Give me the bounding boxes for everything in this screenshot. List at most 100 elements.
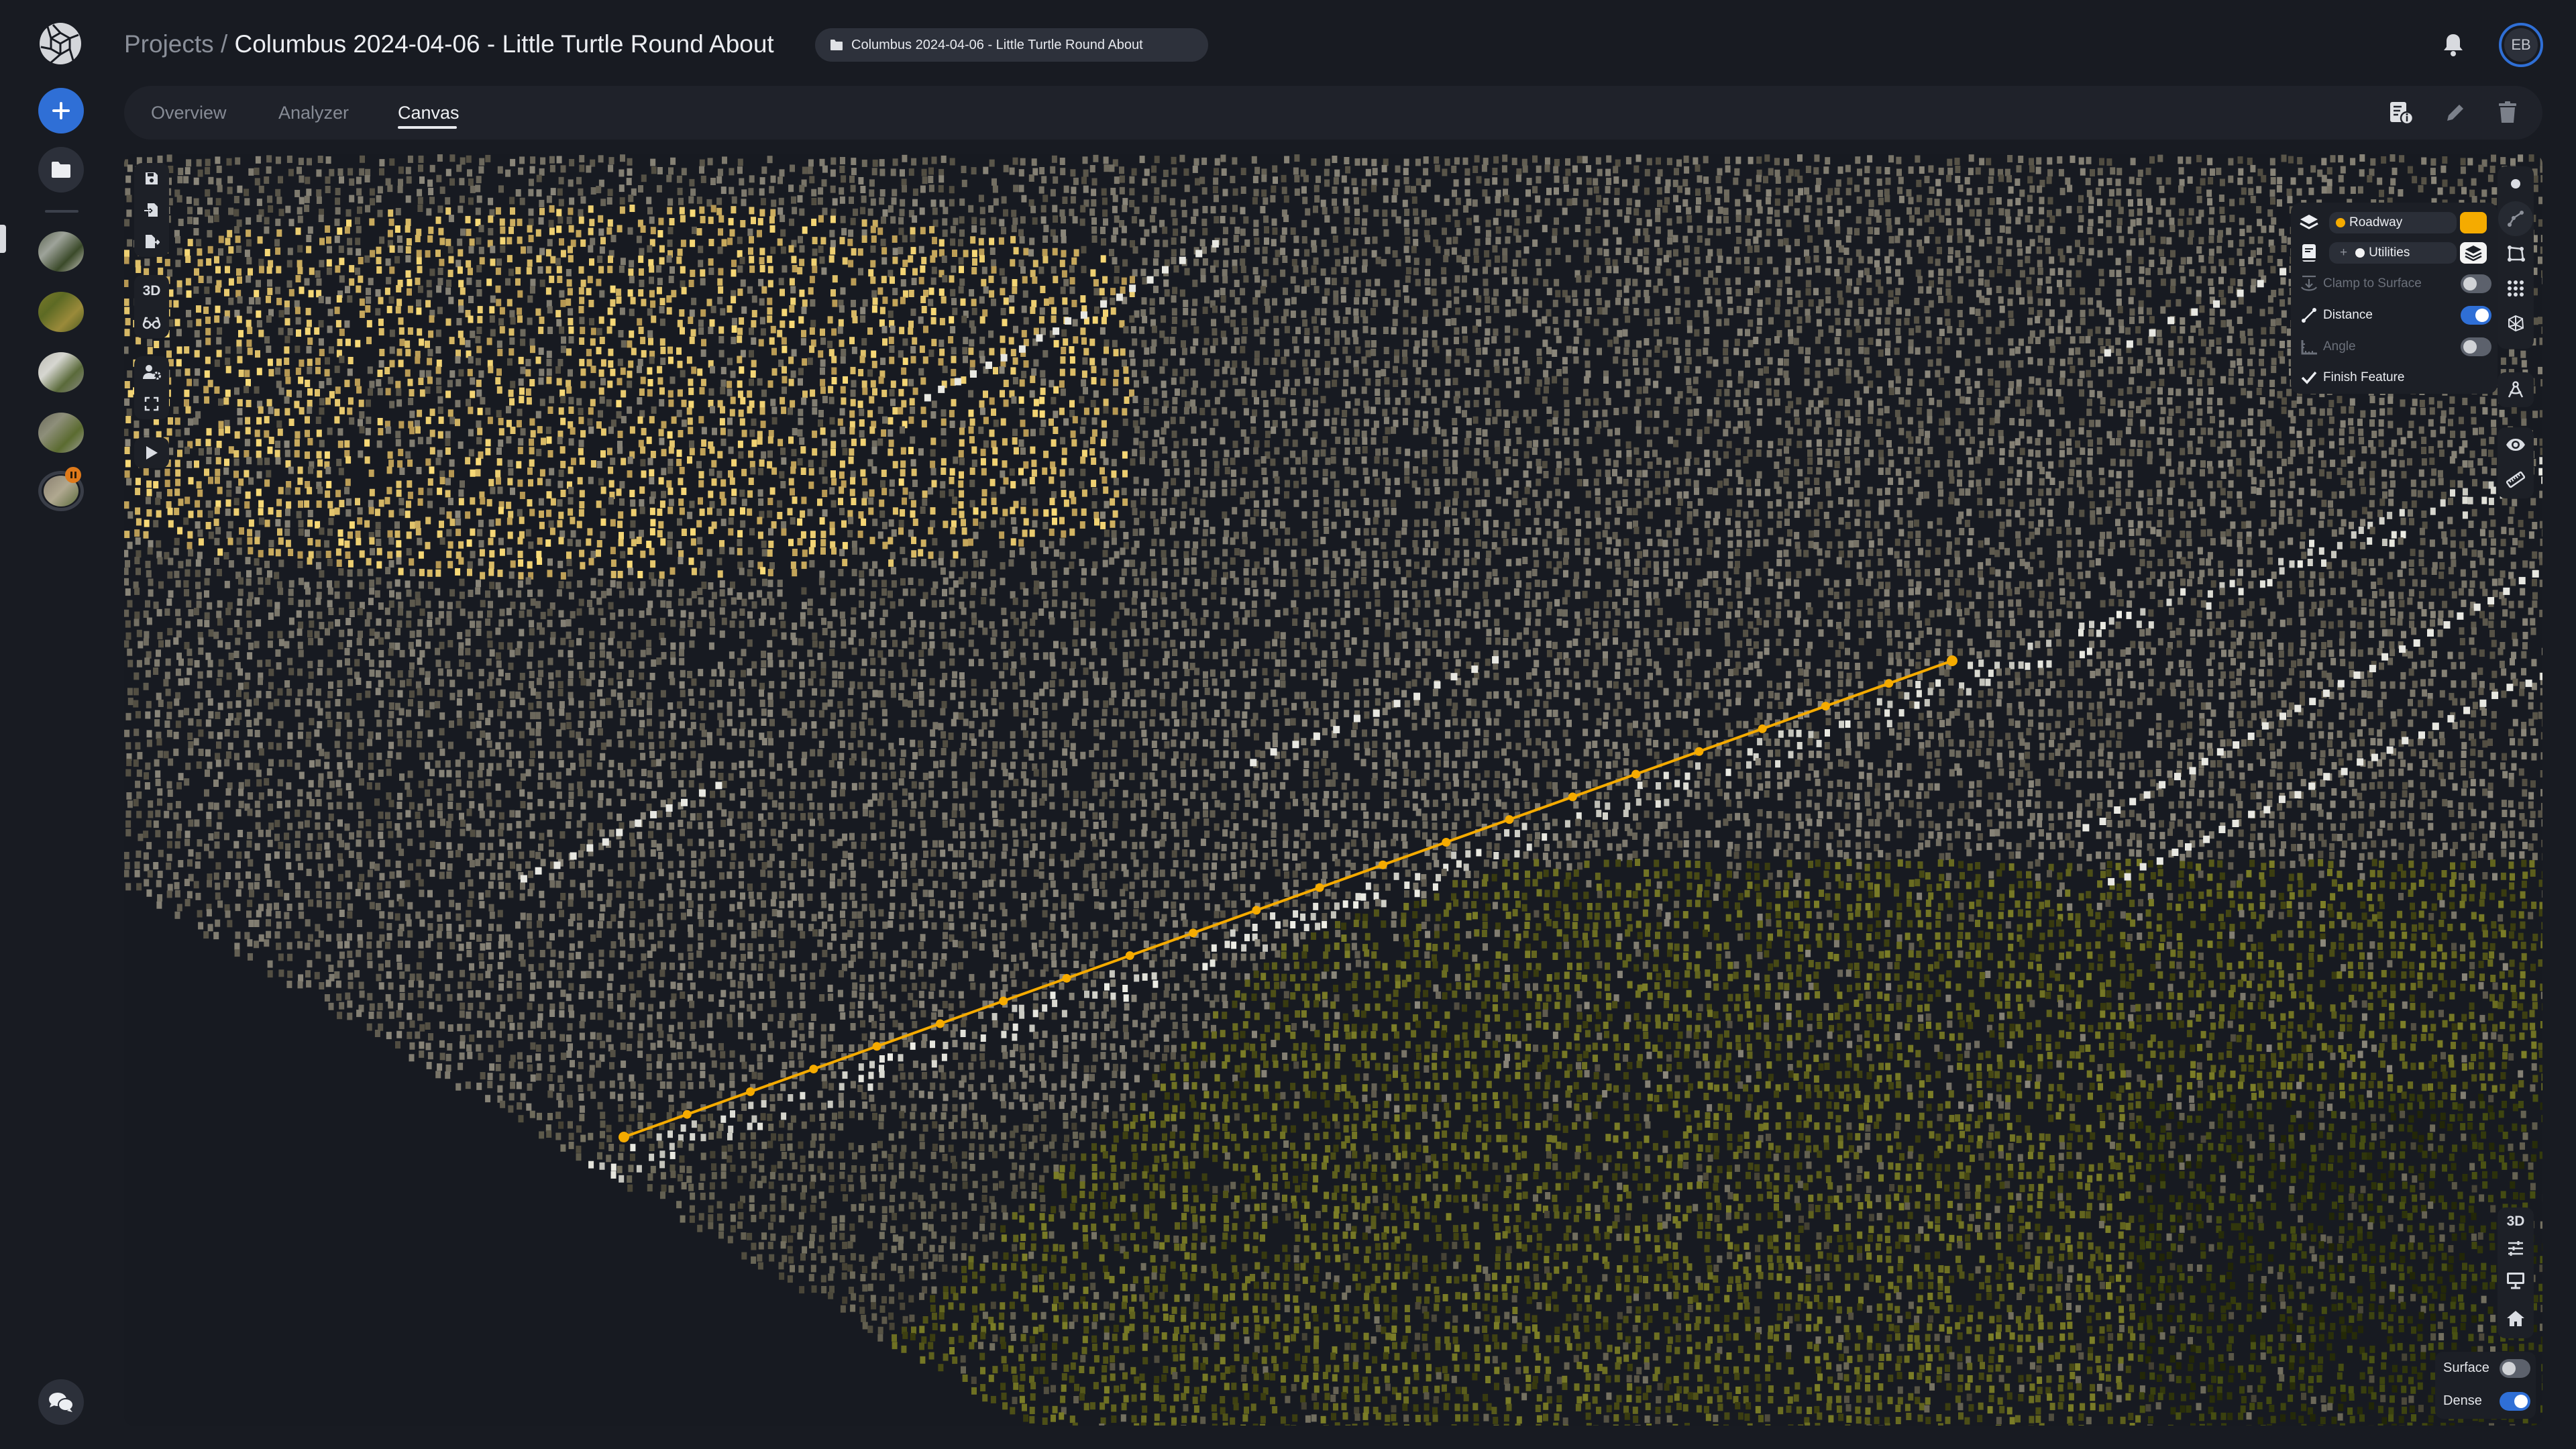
save-button[interactable]	[134, 163, 169, 195]
dense-label: Dense	[2443, 1393, 2482, 1409]
measurement-vertex[interactable]	[1442, 837, 1451, 847]
dense-toggle[interactable]	[2500, 1392, 2530, 1411]
measurement-line[interactable]	[623, 659, 1953, 1138]
save-icon	[146, 172, 158, 185]
measurement-vertex[interactable]	[872, 1042, 881, 1051]
trash-icon	[2499, 101, 2516, 123]
pencil-icon	[2447, 105, 2463, 121]
settings-sliders-button[interactable]	[2498, 1236, 2533, 1261]
document-info-icon	[2390, 102, 2414, 124]
visibility-toggle[interactable]	[2498, 427, 2533, 462]
distance-row: Distance	[2291, 301, 2498, 330]
projects-button[interactable]	[38, 147, 84, 193]
measurement-vertex[interactable]	[999, 996, 1008, 1006]
measurement-vertex[interactable]	[1125, 951, 1134, 961]
point-tool[interactable]	[2498, 166, 2533, 201]
add-sublayer-icon[interactable]: +	[2336, 246, 2351, 260]
3d-view-button[interactable]: 3D	[2498, 1208, 2533, 1236]
polyline-icon	[2508, 211, 2524, 227]
measurement-vertex[interactable]	[1315, 883, 1324, 892]
user-avatar[interactable]: EB	[2499, 23, 2543, 67]
surface-toggle[interactable]	[2500, 1359, 2530, 1378]
finish-feature-button[interactable]: Finish Feature	[2291, 363, 2498, 392]
polyline-tool[interactable]	[2498, 201, 2533, 236]
clamp-to-surface-row: Clamp to Surface	[2291, 269, 2498, 299]
project-thumbnail-1[interactable]	[38, 231, 84, 272]
fullscreen-button[interactable]	[134, 388, 169, 419]
measurement-vertex[interactable]	[1568, 792, 1577, 802]
layer-color-swatch[interactable]	[2460, 212, 2487, 233]
view-tools-group: 3D	[2498, 1208, 2534, 1338]
project-thumbnail-4[interactable]	[38, 413, 84, 453]
3d-view-label: 3D	[2507, 1214, 2525, 1230]
user-settings-button[interactable]	[134, 356, 169, 388]
ruler-tool[interactable]	[2498, 462, 2533, 497]
measurement-vertex[interactable]	[935, 1019, 945, 1028]
project-thumbnail-5-processing[interactable]	[38, 467, 84, 511]
new-project-button[interactable]	[38, 88, 84, 133]
play-icon	[146, 446, 158, 460]
plus-icon	[52, 102, 70, 119]
tab-canvas[interactable]: Canvas	[398, 99, 460, 126]
render-options-panel: Surface Dense	[2435, 1352, 2536, 1419]
measurement-vertex[interactable]	[1189, 928, 1198, 938]
measurement-vertex[interactable]	[809, 1065, 818, 1074]
project-thumbnail-3[interactable]	[38, 352, 84, 392]
measurement-vertex[interactable]	[619, 1132, 629, 1142]
delete-button[interactable]	[2494, 99, 2521, 126]
project-thumbnail-2[interactable]	[38, 292, 84, 332]
measurement-vertex[interactable]	[1378, 860, 1387, 869]
measurement-polyline[interactable]	[124, 154, 2542, 1426]
measurement-vertex[interactable]	[1758, 724, 1767, 733]
compass-tool[interactable]	[2498, 372, 2533, 407]
measurement-vertex[interactable]	[1252, 906, 1261, 915]
distance-toggle[interactable]	[2461, 306, 2491, 325]
measure-group	[2498, 372, 2534, 407]
sublayer-style-button[interactable]	[2460, 242, 2487, 264]
tab-analyzer[interactable]: Analyzer	[278, 99, 349, 126]
export-button[interactable]	[134, 225, 169, 257]
sublayer-row: + Utilities	[2291, 238, 2498, 268]
clamp-down-icon	[2298, 272, 2320, 295]
measurement-vertex[interactable]	[1821, 702, 1830, 711]
measurement-vertex[interactable]	[1062, 973, 1071, 983]
notifications-button[interactable]	[2442, 32, 2465, 58]
play-button[interactable]	[134, 437, 169, 468]
measurement-vertex[interactable]	[1695, 747, 1704, 756]
bell-icon	[2444, 34, 2463, 56]
measurement-vertex[interactable]	[1505, 815, 1514, 824]
rail-divider	[45, 210, 78, 213]
project-folder-chip[interactable]: Columbus 2024-04-06 - Little Turtle Roun…	[815, 28, 1208, 62]
vr-glasses-button[interactable]	[134, 307, 169, 338]
drawing-tools-group	[2498, 166, 2534, 349]
import-file-icon	[144, 203, 158, 217]
3d-mode-button[interactable]: 3D	[134, 275, 169, 307]
3d-canvas-viewport[interactable]	[124, 154, 2542, 1426]
chat-button[interactable]	[38, 1379, 84, 1425]
processing-paused-badge[interactable]	[65, 467, 81, 483]
mesh-tool[interactable]	[2498, 306, 2533, 341]
measurement-vertex[interactable]	[746, 1087, 755, 1096]
measurement-vertex[interactable]	[682, 1110, 692, 1119]
tab-overview[interactable]: Overview	[151, 99, 227, 126]
edit-button[interactable]	[2442, 99, 2469, 126]
project-info-button[interactable]	[2388, 99, 2415, 126]
home-view-button[interactable]	[2498, 1300, 2533, 1336]
measurement-vertex[interactable]	[1884, 679, 1894, 688]
grid-points-tool[interactable]	[2498, 271, 2533, 306]
layer-select[interactable]: Roadway	[2329, 212, 2457, 233]
clamp-to-surface-toggle[interactable]	[2461, 274, 2491, 293]
measurement-vertex[interactable]	[1631, 769, 1641, 779]
monitor-icon	[2507, 1273, 2524, 1289]
measurement-vertex[interactable]	[1947, 655, 1957, 666]
breadcrumb-separator: /	[221, 30, 227, 58]
mesh-icon	[2508, 315, 2524, 332]
app-logo[interactable]	[38, 21, 83, 66]
sublayer-select[interactable]: + Utilities	[2329, 242, 2457, 264]
import-button[interactable]	[134, 195, 169, 226]
polygon-tool[interactable]	[2498, 236, 2533, 271]
breadcrumb-projects-link[interactable]: Projects	[124, 30, 214, 58]
angle-toggle[interactable]	[2461, 337, 2491, 356]
point-icon	[2511, 179, 2520, 189]
display-button[interactable]	[2498, 1261, 2533, 1300]
